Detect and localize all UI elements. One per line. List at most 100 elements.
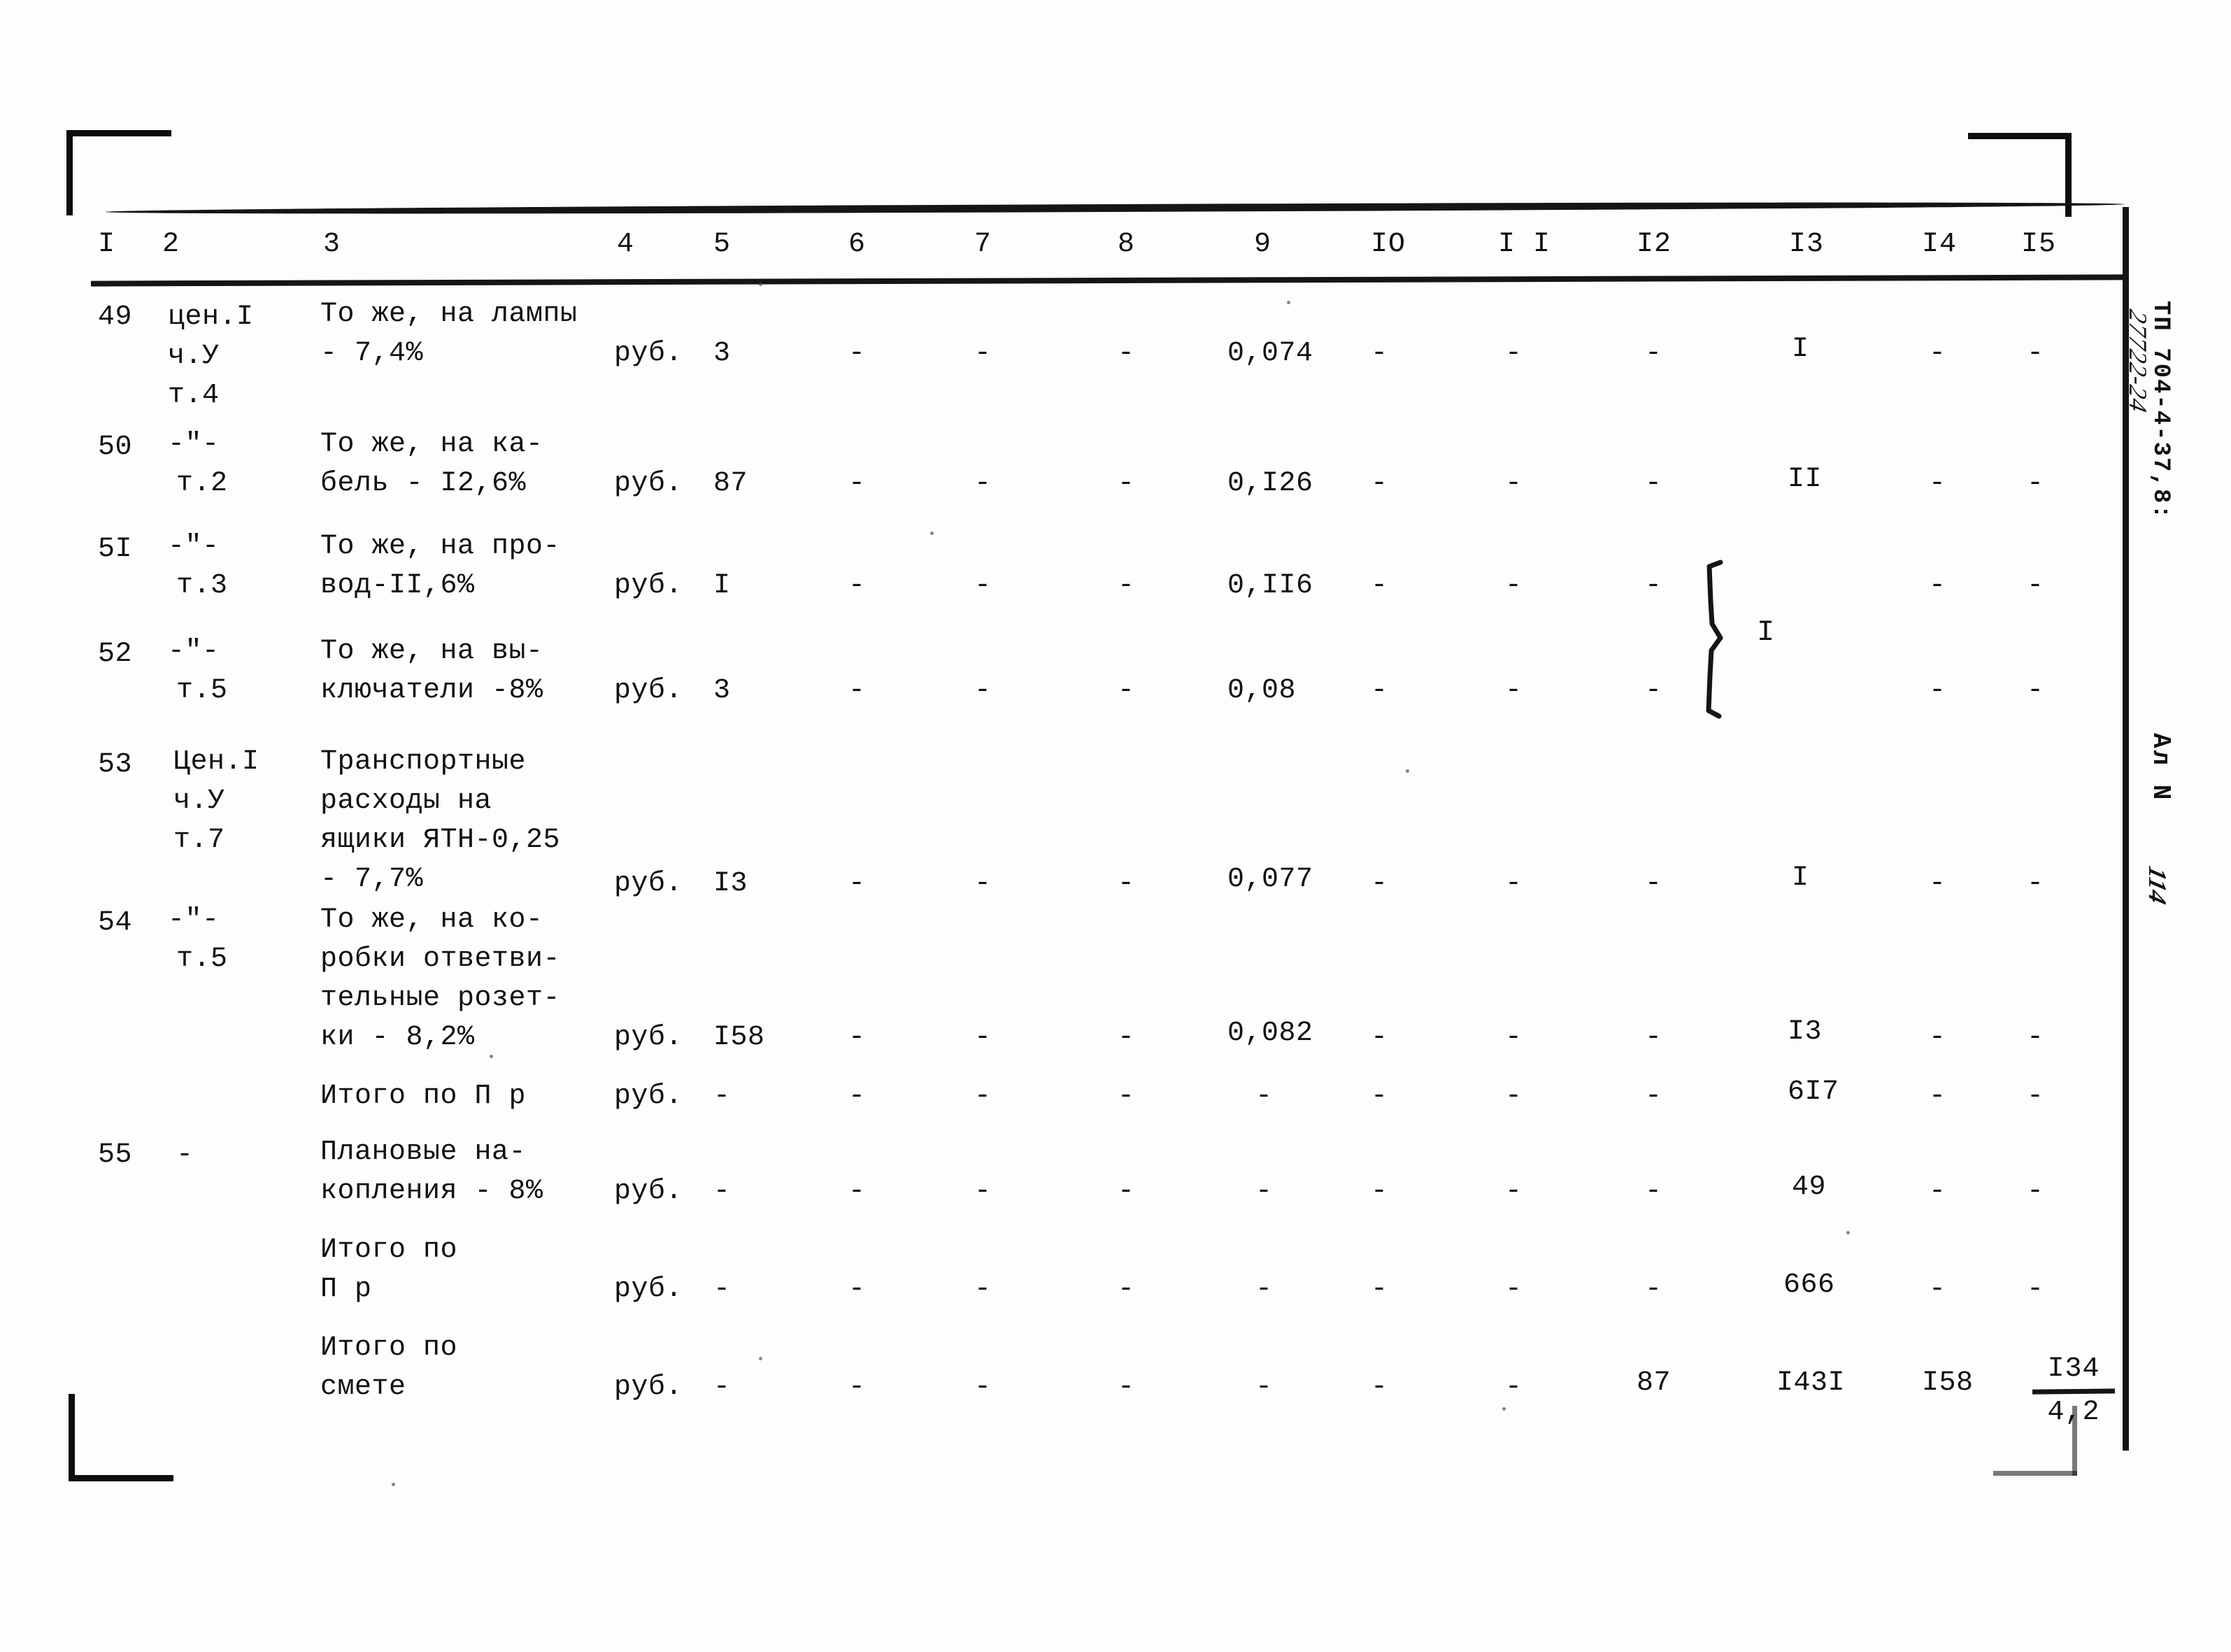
final-fraction-numerator: I34 [2047,1353,2100,1385]
row-col6: - [848,1022,866,1053]
row-col14: - [1929,868,1946,899]
row-col8: - [1118,1274,1135,1305]
row-col15: - [2027,1274,2044,1305]
row-col11: - [1505,868,1523,899]
row-col11: - [1505,1372,1523,1403]
row-col6: - [848,1081,866,1112]
row-col8: - [1118,570,1135,601]
table-header-rule [90,274,2127,287]
row-col10: - [1371,868,1388,899]
row-description-line: тельные розет- [320,983,561,1014]
row-col8: - [1118,1022,1135,1053]
column-header-4: 4 [617,229,635,260]
row-col11: - [1505,1081,1523,1112]
row-group-brace [1699,560,1748,720]
row-ref-line: т.4 [168,380,220,411]
row-col8: - [1118,675,1135,706]
row-description-line: расходы на [320,785,492,817]
row-col6: - [848,675,866,706]
column-header-14: I4 [1922,229,1958,260]
row-col10: - [1371,1274,1388,1305]
row-col12: - [1645,868,1662,899]
row-col15: - [2027,1176,2044,1207]
column-header-11: I I [1498,229,1551,260]
row-group-brace-label: I [1757,615,1775,649]
column-header-1: I [98,229,116,260]
row-ref-line: -"- [168,429,220,460]
row-col9: - [1255,1274,1273,1305]
row-ref-line: т.2 [176,468,228,499]
column-header-2: 2 [162,229,180,260]
row-col9: 0,I26 [1227,468,1313,499]
scan-speckle [930,532,934,535]
row-col6: - [848,468,866,499]
column-header-8: 8 [1118,229,1136,260]
row-col14: - [1929,570,1946,601]
row-description-line: ки - 8,2% [320,1022,475,1053]
row-ref-line: т.5 [176,944,228,975]
column-header-6: 6 [848,229,867,260]
row-col15: - [2027,868,2044,899]
row-ref-line: -"- [168,636,220,667]
row-col14: - [1929,1176,1946,1207]
row-col7: - [974,1176,992,1207]
subtotal-label: Итого по [320,1234,458,1266]
row-description-line: Плановые на- [320,1137,527,1168]
row-col8: - [1118,338,1135,369]
row-col6: - [848,868,866,899]
row-col11: - [1505,675,1523,706]
row-col14: - [1929,1022,1946,1053]
row-description-line: бель - I2,6% [320,468,527,499]
row-description-line: - 7,7% [320,864,424,895]
scan-speckle [759,1357,762,1360]
row-col5: - [713,1081,731,1112]
row-description-line: ящики ЯТН-0,25 [320,825,561,856]
row-col7: - [974,868,992,899]
row-col13: 666 [1783,1269,1835,1301]
row-col15: - [2027,1081,2044,1112]
row-col7: - [974,468,992,499]
row-col10: - [1371,468,1388,499]
row-ref-line: т.3 [176,570,228,601]
column-header-7: 7 [974,229,992,260]
row-col12: 87 [1637,1367,1672,1399]
scan-speckle [490,1055,493,1058]
row-col12: - [1645,1274,1662,1305]
row-number: 49 [98,301,133,333]
row-col5: 3 [713,338,731,369]
row-col14: - [1929,675,1946,706]
row-col5: I [713,570,731,601]
row-col6: - [848,338,866,369]
row-col12: - [1645,1176,1662,1207]
row-ref-line: - [176,1139,194,1171]
row-unit: руб. [614,1022,683,1053]
grand-total-label: Итого по [320,1332,458,1364]
row-col10: - [1371,1022,1388,1053]
row-unit: руб. [614,868,683,899]
row-col7: - [974,1081,992,1112]
row-unit: руб. [614,570,683,601]
row-unit: руб. [614,468,683,499]
row-ref-line: -"- [168,904,220,936]
row-col13: I43I [1776,1367,1846,1399]
column-header-9: 9 [1254,229,1272,260]
row-unit: руб. [614,1274,683,1305]
row-number: 52 [98,639,133,670]
row-unit: руб. [614,1176,683,1207]
row-col12: - [1645,468,1662,499]
row-col11: - [1505,468,1523,499]
row-unit: руб. [614,338,683,369]
row-col6: - [848,570,866,601]
row-col10: - [1371,1081,1388,1112]
row-col11: - [1505,1022,1523,1053]
row-col11: - [1505,338,1523,369]
row-col6: - [848,1274,866,1305]
album-label: Ал N [2146,733,2175,802]
column-header-13: I3 [1789,229,1825,260]
row-col9: 0,08 [1227,675,1297,706]
scanned-page: I 2 3 4 5 6 7 8 9 IO I I I2 I3 I4 I5 49 … [0,0,2231,1652]
row-col7: - [974,1274,992,1305]
row-col9: 0,077 [1227,864,1313,895]
row-col5: - [713,1274,731,1305]
scan-speckle [1287,301,1290,304]
